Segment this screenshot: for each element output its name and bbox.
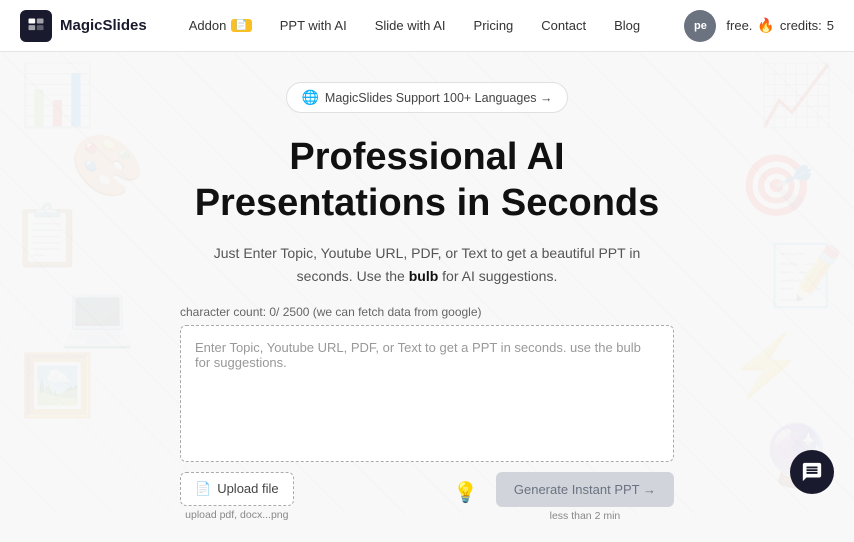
- subtitle: Just Enter Topic, Youtube URL, PDF, or T…: [187, 242, 667, 287]
- upload-button[interactable]: 📄 Upload file: [180, 472, 294, 506]
- nav-ppt-ai[interactable]: PPT with AI: [268, 12, 359, 39]
- support-pill[interactable]: 🌐 MagicSlides Support 100+ Languages →: [286, 82, 567, 113]
- nav-links: Addon 📄 PPT with AI Slide with AI Pricin…: [177, 12, 685, 39]
- logo-text: MagicSlides: [60, 17, 147, 34]
- nav-addon[interactable]: Addon 📄: [177, 12, 264, 39]
- fire-icon: 🔥: [757, 17, 774, 34]
- nav-blog[interactable]: Blog: [602, 12, 652, 39]
- bulb-icon: 💡: [453, 480, 478, 505]
- support-pill-text: MagicSlides Support 100+ Languages →: [325, 91, 553, 105]
- navbar: MagicSlides Addon 📄 PPT with AI Slide wi…: [0, 0, 854, 52]
- logo-icon: [20, 10, 52, 42]
- main-title: Professional AI Presentations in Seconds: [195, 135, 660, 226]
- nav-slide-ai[interactable]: Slide with AI: [363, 12, 458, 39]
- nav-contact[interactable]: Contact: [529, 12, 598, 39]
- nav-right: pe free. 🔥 credits: 5: [684, 10, 834, 42]
- text-area-wrapper: [180, 325, 674, 462]
- language-icon: 🌐: [301, 89, 318, 106]
- upload-icon: 📄: [195, 481, 211, 497]
- bulb-button[interactable]: 💡: [445, 472, 486, 513]
- main-content: 🌐 MagicSlides Support 100+ Languages → P…: [0, 52, 854, 542]
- char-count: character count: 0/ 2500 (we can fetch d…: [180, 305, 482, 319]
- bottom-row: 📄 Upload file upload pdf, docx...png 💡 G…: [180, 472, 674, 522]
- credits-count: 5: [827, 18, 834, 33]
- generate-area: Generate Instant PPT → less than 2 min: [496, 472, 674, 522]
- plan-badge: free.: [726, 18, 752, 33]
- generate-button[interactable]: Generate Instant PPT →: [496, 472, 674, 507]
- credits-label: credits:: [780, 18, 822, 33]
- topic-input[interactable]: [181, 326, 673, 456]
- generate-hint: less than 2 min: [550, 510, 621, 522]
- upload-hint: upload pdf, docx...png: [185, 509, 288, 521]
- credits-area: free. 🔥 credits: 5: [726, 17, 834, 34]
- chat-button[interactable]: [790, 450, 834, 494]
- addon-badge: 📄: [231, 19, 251, 32]
- avatar[interactable]: pe: [684, 10, 716, 42]
- logo[interactable]: MagicSlides: [20, 10, 147, 42]
- nav-pricing[interactable]: Pricing: [462, 12, 526, 39]
